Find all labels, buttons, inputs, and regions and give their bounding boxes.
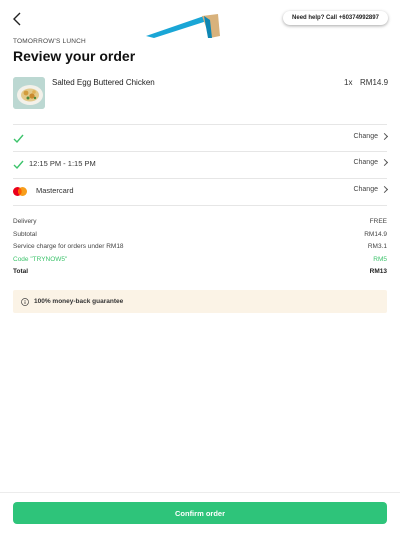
order-item: Salted Egg Buttered Chicken 1x RM14.9 bbox=[13, 75, 389, 111]
summary-value: RM3.1 bbox=[367, 243, 387, 250]
total-row: Total RM13 bbox=[13, 268, 387, 281]
mastercard-icon bbox=[13, 187, 27, 196]
address-option-row[interactable]: Change bbox=[13, 125, 389, 151]
footer-divider bbox=[0, 492, 400, 493]
service-charge-row: Service charge for orders under RM18 RM3… bbox=[13, 243, 387, 256]
change-payment-button[interactable]: Change bbox=[353, 185, 389, 194]
summary-label: Delivery bbox=[13, 218, 37, 225]
confirm-order-label: Confirm order bbox=[174, 508, 225, 518]
divider bbox=[13, 205, 387, 206]
dish-image bbox=[13, 77, 45, 109]
page-title: Review your order bbox=[13, 48, 136, 64]
confirm-order-button[interactable]: Confirm order bbox=[13, 502, 387, 524]
payment-option-row[interactable]: Mastercard Change bbox=[13, 178, 389, 204]
change-time-button[interactable]: Change bbox=[353, 158, 389, 167]
summary-label: Code "TRYNOW5" bbox=[13, 255, 68, 263]
dish-price: RM14.9 bbox=[360, 78, 389, 87]
check-icon bbox=[13, 160, 24, 170]
payment-method-label: Mastercard bbox=[36, 186, 74, 195]
summary-value: RM14.9 bbox=[364, 230, 387, 238]
price-summary: Delivery FREE Subtotal RM14.9 Service ch… bbox=[13, 218, 387, 281]
back-arrow-icon bbox=[13, 12, 21, 26]
summary-label: Subtotal bbox=[13, 230, 37, 238]
summary-value: RM5 bbox=[373, 255, 387, 263]
change-label: Change bbox=[353, 133, 378, 140]
help-call-label: Need help? Call +60374992897 bbox=[292, 15, 379, 21]
header-illustration bbox=[146, 14, 220, 38]
info-icon bbox=[21, 297, 29, 306]
summary-value: FREE bbox=[369, 218, 387, 225]
dish-quantity: 1x bbox=[344, 78, 353, 87]
summary-value: RM13 bbox=[369, 268, 387, 275]
dish-name: Salted Egg Buttered Chicken bbox=[52, 78, 155, 87]
promo-code-row: Code "TRYNOW5" RM5 bbox=[13, 256, 387, 269]
chevron-right-icon bbox=[380, 185, 389, 194]
summary-label: Total bbox=[13, 268, 29, 275]
summary-label: Service charge for orders under RM18 bbox=[13, 243, 124, 250]
change-label: Change bbox=[353, 186, 378, 193]
order-context-label: TOMORROW'S LUNCH bbox=[13, 38, 86, 45]
help-call-button[interactable]: Need help? Call +60374992897 bbox=[283, 11, 388, 25]
change-address-button[interactable]: Change bbox=[353, 132, 389, 141]
guarantee-label: 100% money-back guarantee bbox=[34, 298, 124, 305]
guarantee-banner: 100% money-back guarantee bbox=[13, 290, 387, 313]
chevron-right-icon bbox=[380, 132, 389, 141]
subtotal-row: Subtotal RM14.9 bbox=[13, 231, 387, 244]
delivery-row: Delivery FREE bbox=[13, 218, 387, 231]
change-label: Change bbox=[353, 159, 378, 166]
chevron-right-icon bbox=[380, 158, 389, 167]
check-icon bbox=[13, 134, 24, 144]
time-slot-label: 12:15 PM - 1:15 PM bbox=[29, 159, 96, 168]
time-slot-option-row[interactable]: 12:15 PM - 1:15 PM Change bbox=[13, 151, 389, 177]
back-button[interactable] bbox=[9, 10, 25, 28]
